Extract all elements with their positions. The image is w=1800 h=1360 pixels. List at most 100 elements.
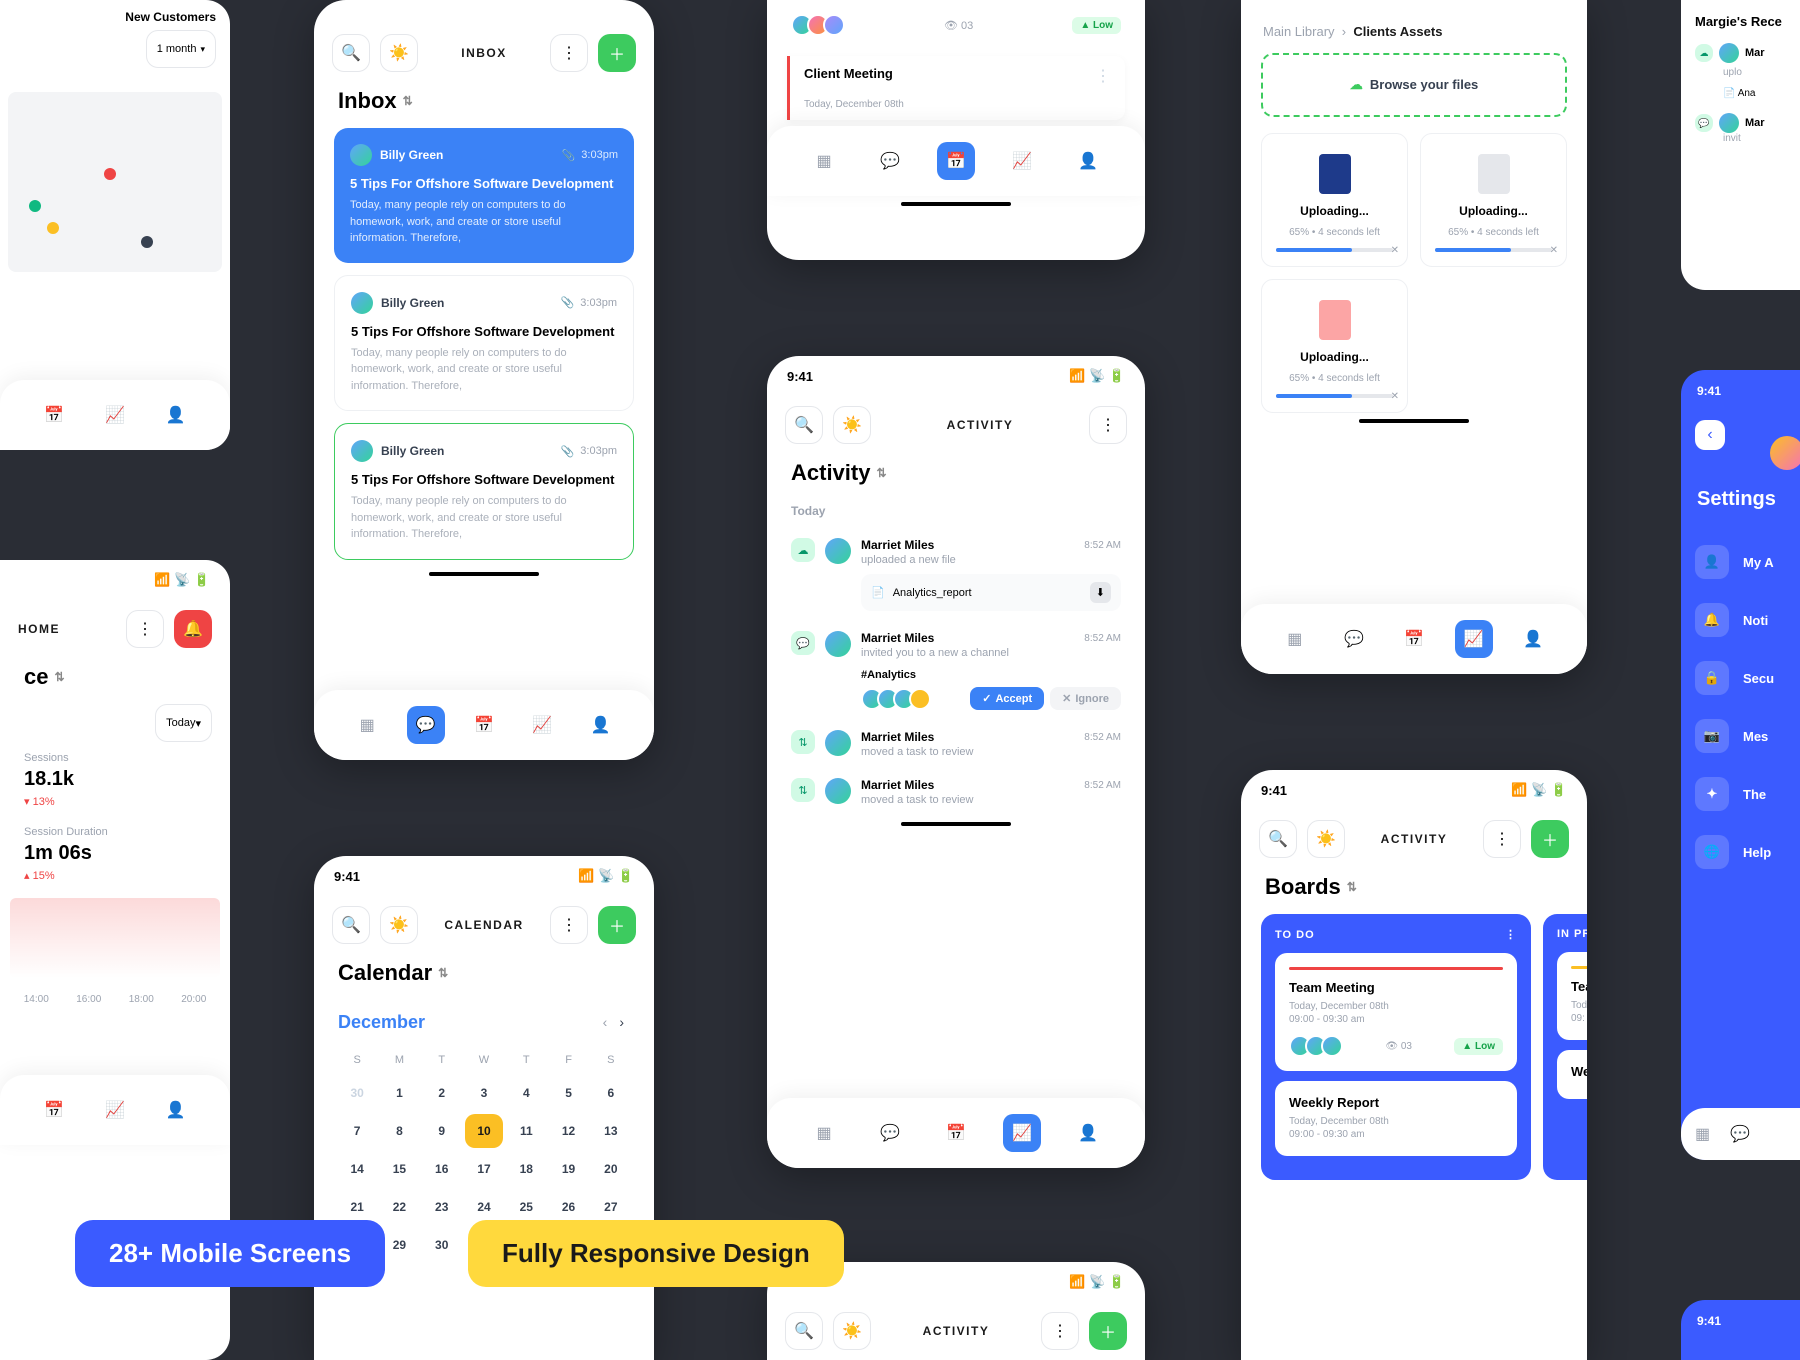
add-button[interactable]: ＋ xyxy=(598,906,636,944)
nav-chat-icon[interactable]: 💬 xyxy=(1335,620,1373,658)
nav-calendar-icon[interactable]: 📅 xyxy=(1395,620,1433,658)
nav-profile-icon[interactable]: 👤 xyxy=(157,396,195,434)
inbox-card[interactable]: Billy Green📎3:03pm 5 Tips For Offshore S… xyxy=(334,275,634,412)
add-button[interactable]: ＋ xyxy=(1089,1312,1127,1350)
calendar-day[interactable]: 20 xyxy=(592,1152,630,1186)
settings-item[interactable]: 📷Mes xyxy=(1695,707,1787,765)
nav-calendar-icon[interactable]: 📅 xyxy=(937,142,975,180)
calendar-day[interactable]: 3 xyxy=(465,1076,503,1110)
nav-analytics-icon[interactable]: 📈 xyxy=(96,396,134,434)
upload-dropzone[interactable]: ☁ Browse your files xyxy=(1261,53,1567,117)
theme-icon[interactable]: ☀️ xyxy=(833,406,871,444)
task-card[interactable]: Weekly Report Today, December 08th 09:00… xyxy=(1275,1081,1517,1156)
nav-calendar-icon[interactable]: 📅 xyxy=(937,1114,975,1152)
today-dropdown[interactable]: Today ▾ xyxy=(155,704,212,742)
calendar-day[interactable]: 18 xyxy=(507,1152,545,1186)
search-icon[interactable]: 🔍 xyxy=(785,406,823,444)
nav-calendar-icon[interactable]: 📅 xyxy=(35,1091,73,1129)
search-icon[interactable]: 🔍 xyxy=(332,34,370,72)
nav-analytics-icon[interactable]: 📈 xyxy=(1003,142,1041,180)
avatar[interactable] xyxy=(1770,436,1800,470)
nav-analytics-icon[interactable]: 📈 xyxy=(1455,620,1493,658)
calendar-day[interactable]: 17 xyxy=(465,1152,503,1186)
calendar-day[interactable]: 11 xyxy=(507,1114,545,1148)
calendar-day[interactable]: 12 xyxy=(549,1114,587,1148)
search-icon[interactable]: 🔍 xyxy=(785,1312,823,1350)
nav-chat-icon[interactable]: 💬 xyxy=(871,1114,909,1152)
more-icon[interactable]: ⋮ xyxy=(550,34,588,72)
event-card[interactable]: Client Meeting Today, December 08th ⋮ xyxy=(787,56,1125,120)
calendar-day[interactable]: 21 xyxy=(338,1190,376,1224)
calendar-day[interactable]: 4 xyxy=(507,1076,545,1110)
calendar-day[interactable]: 30 xyxy=(423,1228,461,1262)
nav-calendar-icon[interactable]: 📅 xyxy=(465,706,503,744)
nav-chat-icon[interactable]: 💬 xyxy=(407,706,445,744)
settings-item[interactable]: 🌐Help xyxy=(1695,823,1787,881)
more-icon[interactable]: ⋮ xyxy=(1483,820,1521,858)
theme-icon[interactable]: ☀️ xyxy=(380,34,418,72)
file-attachment[interactable]: 📄Analytics_report⬇ xyxy=(861,574,1121,611)
calendar-day[interactable]: 26 xyxy=(549,1190,587,1224)
calendar-day[interactable]: 14 xyxy=(338,1152,376,1186)
more-icon[interactable]: ⋮ xyxy=(1505,928,1517,941)
theme-icon[interactable]: ☀️ xyxy=(1307,820,1345,858)
calendar-day[interactable]: 23 xyxy=(423,1190,461,1224)
cancel-icon[interactable]: ✕ xyxy=(1550,245,1558,256)
nav-calendar-icon[interactable]: 📅 xyxy=(35,396,73,434)
settings-item[interactable]: ✦The xyxy=(1695,765,1787,823)
nav-analytics-icon[interactable]: 📈 xyxy=(523,706,561,744)
calendar-day[interactable]: 6 xyxy=(592,1076,630,1110)
nav-profile-icon[interactable]: 👤 xyxy=(582,706,620,744)
calendar-day[interactable]: 2 xyxy=(423,1076,461,1110)
calendar-day[interactable]: 15 xyxy=(380,1152,418,1186)
nav-chat-icon[interactable]: 💬 xyxy=(871,142,909,180)
cancel-icon[interactable]: ✕ xyxy=(1391,391,1399,402)
calendar-day[interactable]: 9 xyxy=(423,1114,461,1148)
nav-grid-icon[interactable]: ▦ xyxy=(1695,1124,1710,1144)
calendar-day[interactable]: 7 xyxy=(338,1114,376,1148)
chevron-icon[interactable]: ⇅ xyxy=(403,94,413,108)
task-card[interactable]: Team Meeting Today, December 08th 09:00 … xyxy=(1275,953,1517,1071)
nav-grid-icon[interactable]: ▦ xyxy=(805,142,843,180)
settings-item[interactable]: 👤My A xyxy=(1695,533,1787,591)
accept-button[interactable]: ✓ Accept xyxy=(970,687,1044,710)
calendar-day[interactable]: 1 xyxy=(380,1076,418,1110)
download-icon[interactable]: ⬇ xyxy=(1090,582,1111,603)
nav-analytics-icon[interactable]: 📈 xyxy=(96,1091,134,1129)
cancel-icon[interactable]: ✕ xyxy=(1391,245,1399,256)
add-button[interactable]: ＋ xyxy=(598,34,636,72)
theme-icon[interactable]: ☀️ xyxy=(380,906,418,944)
theme-icon[interactable]: ☀️ xyxy=(833,1312,871,1350)
more-icon[interactable]: ⋮ xyxy=(1041,1312,1079,1350)
next-month-icon[interactable]: › xyxy=(613,1008,630,1036)
nav-profile-icon[interactable]: 👤 xyxy=(1069,1114,1107,1152)
file-card[interactable]: Uploading...65% • 4 seconds left✕ xyxy=(1261,279,1408,413)
nav-grid-icon[interactable]: ▦ xyxy=(1276,620,1314,658)
ignore-button[interactable]: ✕ Ignore xyxy=(1050,687,1121,710)
file-card[interactable]: Uploading...65% • 4 seconds left✕ xyxy=(1261,133,1408,267)
settings-item[interactable]: 🔒Secu xyxy=(1695,649,1787,707)
calendar-day[interactable]: 5 xyxy=(549,1076,587,1110)
calendar-day[interactable]: 24 xyxy=(465,1190,503,1224)
nav-profile-icon[interactable]: 👤 xyxy=(157,1091,195,1129)
search-icon[interactable]: 🔍 xyxy=(332,906,370,944)
nav-profile-icon[interactable]: 👤 xyxy=(1514,620,1552,658)
inbox-card[interactable]: Billy Green📎3:03pm 5 Tips For Offshore S… xyxy=(334,423,634,560)
file-card[interactable]: Uploading...65% • 4 seconds left✕ xyxy=(1420,133,1567,267)
breadcrumb[interactable]: Main Library › Clients Assets xyxy=(1241,0,1587,53)
more-icon[interactable]: ⋮ xyxy=(550,906,588,944)
more-icon[interactable]: ⋮ xyxy=(1095,66,1111,86)
calendar-day[interactable]: 22 xyxy=(380,1190,418,1224)
nav-chat-icon[interactable]: 💬 xyxy=(1730,1124,1750,1144)
nav-analytics-icon[interactable]: 📈 xyxy=(1003,1114,1041,1152)
nav-profile-icon[interactable]: 👤 xyxy=(1069,142,1107,180)
calendar-day[interactable]: 16 xyxy=(423,1152,461,1186)
back-icon[interactable]: ‹ xyxy=(1695,420,1725,450)
more-icon[interactable]: ⋮ xyxy=(1089,406,1127,444)
settings-item[interactable]: 🔔Noti xyxy=(1695,591,1787,649)
add-button[interactable]: ＋ xyxy=(1531,820,1569,858)
calendar-day[interactable]: 27 xyxy=(592,1190,630,1224)
calendar-day[interactable]: 25 xyxy=(507,1190,545,1224)
calendar-day[interactable]: 13 xyxy=(592,1114,630,1148)
more-icon[interactable]: ⋮ xyxy=(126,610,164,648)
